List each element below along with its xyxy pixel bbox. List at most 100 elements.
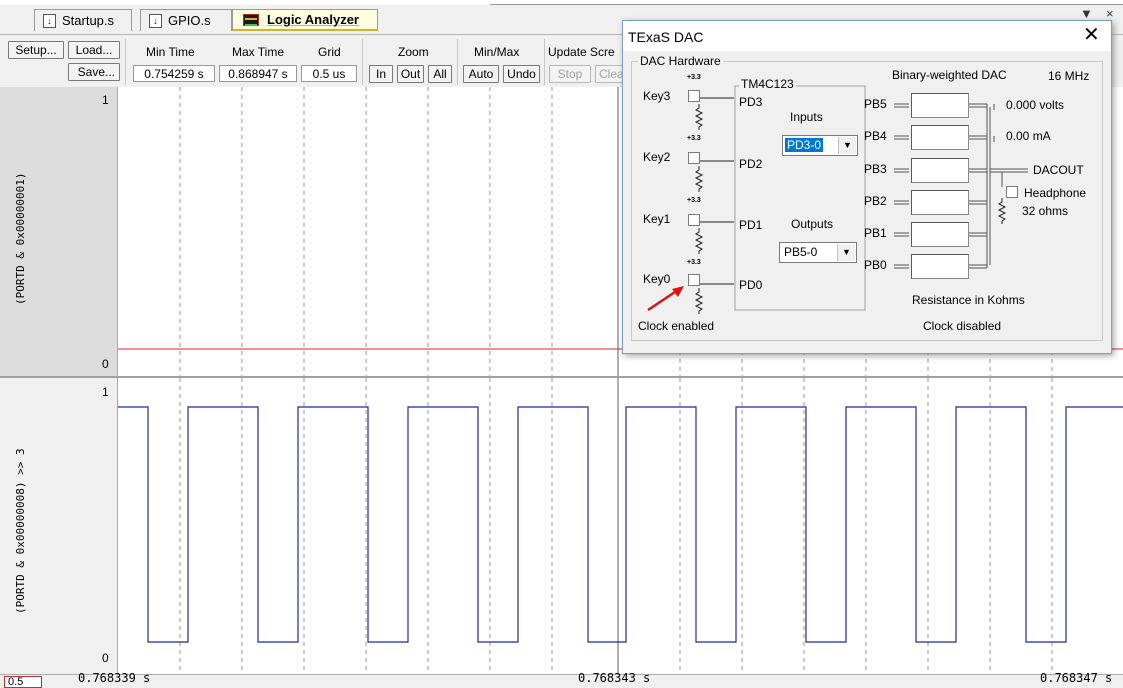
pb5-label: PB5 <box>864 97 887 111</box>
volts-readout: 0.000 volts <box>1006 98 1065 112</box>
supply-label: +3.3 <box>687 74 701 81</box>
key3-label: Key3 <box>643 89 671 103</box>
time-label-left: 0.768339 s <box>78 671 151 685</box>
grid-lines <box>179 378 1053 674</box>
pd1-label: PD1 <box>739 218 763 232</box>
pd3-label: PD3 <box>739 95 763 109</box>
pb4-resistance-input[interactable] <box>911 125 969 150</box>
pb1-resistance-input[interactable] <box>911 222 969 247</box>
signal-trace-2 <box>118 406 1123 643</box>
close-icon[interactable]: × <box>1106 6 1114 21</box>
separator <box>125 39 126 85</box>
zoom-out-button[interactable]: Out <box>397 65 424 83</box>
pb3-resistance-input[interactable] <box>911 158 969 183</box>
max-time-value: 0.868947 s <box>219 65 297 82</box>
dac-type-label: Binary-weighted DAC <box>892 68 1007 82</box>
resistance-label: Resistance in Kohms <box>912 293 1025 307</box>
inputs-select[interactable]: PD3-0 ▼ <box>782 135 858 156</box>
dialog-title: TExaS DAC <box>628 29 704 45</box>
outputs-label: Outputs <box>791 217 834 231</box>
grid-label: Grid <box>318 45 341 59</box>
setup-button[interactable]: Setup... <box>8 41 64 59</box>
current-readout: 0.00 mA <box>1006 129 1051 143</box>
clock-frequency: 16 MHz <box>1048 69 1090 83</box>
tab-label: Logic Analyzer <box>267 12 359 27</box>
separator <box>362 39 363 85</box>
separator <box>457 39 458 85</box>
grid-value: 0.5 us <box>301 65 357 82</box>
minmax-label: Min/Max <box>474 45 520 59</box>
key3-checkbox[interactable] <box>688 90 700 102</box>
y-min-label: 0 <box>102 651 109 665</box>
supply-label: +3.3 <box>687 197 701 204</box>
pd2-label: PD2 <box>739 157 763 171</box>
signal-expression: (PORTD & 0x00000001) <box>14 172 27 305</box>
chevron-down-icon: ▼ <box>837 244 855 261</box>
tab-startup[interactable]: ↓ Startup.s <box>34 9 132 31</box>
outputs-select[interactable]: PB5-0 ▼ <box>779 242 857 263</box>
top-border-line <box>490 0 1123 5</box>
asm-file-icon: ↓ <box>43 13 56 28</box>
separator <box>544 39 545 85</box>
headphone-checkbox[interactable] <box>1006 186 1018 198</box>
signal-expression: (PORTD & 0x00000008) >> 3 <box>14 448 27 614</box>
pb0-label: PB0 <box>864 258 887 272</box>
max-time-label: Max Time <box>232 45 285 59</box>
headphone-label: Headphone <box>1024 186 1087 200</box>
pin-dropdown-icon[interactable]: ▼ <box>1080 6 1093 21</box>
time-axis <box>0 674 1123 685</box>
supply-label: +3.3 <box>687 135 701 142</box>
mcu-label: TM4C123 <box>739 77 796 91</box>
pb0-resistance-input[interactable] <box>911 254 969 279</box>
key2-checkbox[interactable] <box>688 152 700 164</box>
pb2-resistance-input[interactable] <box>911 190 969 215</box>
clock-disabled-label: Clock disabled <box>923 319 1002 333</box>
undo-button[interactable]: Undo <box>503 65 540 83</box>
dialog-titlebar[interactable]: TExaS DAC ✕ <box>623 21 1111 51</box>
pb1-label: PB1 <box>864 226 887 240</box>
clear-button[interactable]: Clea <box>595 65 625 83</box>
min-time-label: Min Time <box>146 45 195 59</box>
key0-label: Key0 <box>643 272 671 286</box>
dacout-label: DACOUT <box>1033 163 1084 177</box>
supply-label: +3.3 <box>687 259 701 266</box>
signal-plot-2[interactable] <box>118 378 1123 674</box>
key1-label: Key1 <box>643 212 671 226</box>
tab-label: GPIO.s <box>168 13 211 28</box>
stop-button[interactable]: Stop <box>549 65 591 83</box>
dac-hardware-group: DAC Hardware +3.3 Key3 +3.3 Key2 +3.3 Ke… <box>631 54 1103 341</box>
pb2-label: PB2 <box>864 194 887 208</box>
texas-dac-dialog: TExaS DAC ✕ DAC Hardware +3.3 Key3 +3.3 … <box>622 20 1112 354</box>
key1-checkbox[interactable] <box>688 214 700 226</box>
y-max-label: 1 <box>102 385 109 399</box>
update-screen-label: Update Scre <box>548 45 615 59</box>
auto-button[interactable]: Auto <box>463 65 499 83</box>
ohms-label: 32 ohms <box>1022 204 1069 218</box>
signal-label-panel-1[interactable]: 1 0 (PORTD & 0x00000001) <box>0 87 118 376</box>
arrow-annotation-icon <box>647 286 684 312</box>
zoom-factor-box[interactable]: 0.5 <box>4 676 42 688</box>
load-button[interactable]: Load... <box>68 41 120 59</box>
pd0-label: PD0 <box>739 278 763 292</box>
zoom-in-button[interactable]: In <box>369 65 393 83</box>
pb5-resistance-input[interactable] <box>911 93 969 118</box>
outputs-value: PB5-0 <box>784 245 818 259</box>
zoom-all-button[interactable]: All <box>428 65 452 83</box>
time-label-center: 0.768343 s <box>578 671 651 685</box>
chevron-down-icon: ▼ <box>838 137 856 154</box>
y-min-label: 0 <box>102 357 109 371</box>
pb3-label: PB3 <box>864 162 887 176</box>
logic-analyzer-icon <box>243 13 259 26</box>
clock-enabled-label: Clock enabled <box>638 319 715 333</box>
key2-label: Key2 <box>643 150 671 164</box>
signal-label-panel-2[interactable]: 1 0 (PORTD & 0x00000008) >> 3 <box>0 378 118 674</box>
save-button[interactable]: Save... <box>68 63 120 81</box>
tab-logic-analyzer[interactable]: Logic Analyzer <box>232 9 378 31</box>
key0-checkbox[interactable] <box>688 274 700 286</box>
close-icon[interactable]: ✕ <box>1083 25 1100 45</box>
time-label-right: 0.768347 s <box>1040 671 1113 685</box>
zoom-label: Zoom <box>398 45 429 59</box>
inputs-value: PD3-0 <box>785 138 824 152</box>
tab-gpio[interactable]: ↓ GPIO.s <box>140 9 232 31</box>
asm-file-icon: ↓ <box>149 13 162 28</box>
